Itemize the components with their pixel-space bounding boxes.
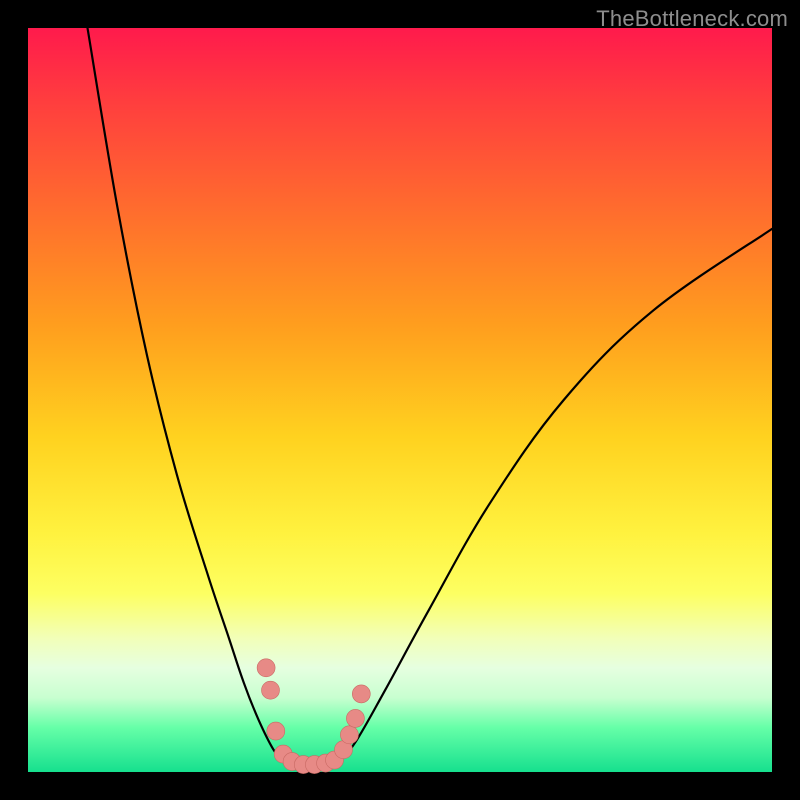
data-marker <box>257 659 275 677</box>
curve-right-branch <box>337 229 772 765</box>
watermark-text: TheBottleneck.com <box>596 6 788 32</box>
data-marker <box>352 685 370 703</box>
curve-left-branch <box>88 28 285 763</box>
data-marker <box>267 722 285 740</box>
outer-frame: TheBottleneck.com <box>0 0 800 800</box>
chart-svg <box>28 28 772 772</box>
data-marker <box>346 709 364 727</box>
data-marker <box>262 681 280 699</box>
plot-area <box>28 28 772 772</box>
marker-group <box>257 659 370 774</box>
data-marker <box>340 726 358 744</box>
